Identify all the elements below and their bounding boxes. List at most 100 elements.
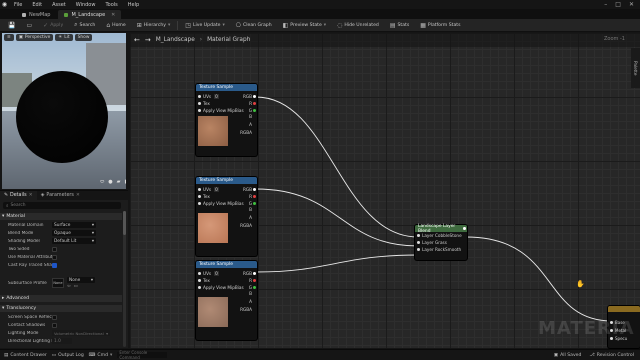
output-pin-icon[interactable] (253, 279, 256, 282)
pin-tex[interactable]: Tex R (196, 100, 257, 107)
all-saved-indicator[interactable]: ▣ All Saved (554, 353, 582, 358)
saved-icon: ▣ (553, 352, 559, 358)
output-label: RGBA (240, 223, 252, 228)
node-body: UVs 0 RGB Tex R Apply View MipBias G B A RGB… (196, 93, 257, 152)
input-pin-icon (198, 102, 201, 105)
pin-apply-view-mipbias[interactable]: Apply View MipBias G (196, 200, 257, 207)
graph-watermark: MATERIA (538, 318, 635, 339)
palette-tab[interactable]: Palette (631, 48, 640, 88)
output-pin-icon[interactable] (253, 95, 256, 98)
pin-label: Layer CobbleStone (422, 233, 462, 238)
pin-label: Tex (203, 101, 210, 106)
pin-label: Apply View MipBias (203, 285, 244, 290)
node-title: Texture Sample (196, 177, 257, 184)
breadcrumb-leaf[interactable]: Material Graph (207, 37, 250, 43)
input-pin-icon (198, 286, 201, 289)
uv-index[interactable]: 0 (214, 94, 219, 99)
pin-layer-rocksmooth[interactable]: Layer RockSmooth (415, 246, 467, 253)
pin-uvs[interactable]: UVs 0 RGB (196, 270, 257, 277)
output-label: RGBA (240, 130, 252, 135)
input-pin-icon (198, 279, 201, 282)
pin-tex[interactable]: Tex R (196, 193, 257, 200)
input-pin-icon (198, 202, 201, 205)
pin-label: UVs (203, 94, 212, 99)
texture-sample-node[interactable]: Texture Sample UVs 0 RGB Tex R Apply View M… (196, 84, 257, 156)
content-drawer-label: Content Drawer (10, 352, 47, 358)
pin-uvs[interactable]: UVs 0 RGB (196, 93, 257, 100)
node-preview-row: B A RGBA (196, 291, 257, 333)
status-bar: ▤ Content Drawer ▭ Output Log ⌨ Cmd ▾ Enter … (0, 349, 640, 360)
output-label: B (249, 114, 252, 119)
node-title: Landscape Layer Blend (415, 224, 467, 234)
pin-apply-view-mipbias[interactable]: Apply View MipBias G (196, 284, 257, 291)
output-label: A (249, 215, 252, 220)
output-pin-icon[interactable] (253, 195, 256, 198)
output-pin-icon[interactable] (253, 109, 256, 112)
pin-apply-view-mipbias[interactable]: Apply View MipBias G (196, 107, 257, 114)
node-preview-row: B A RGBA (196, 114, 257, 152)
pin-label: Layer Grass (422, 240, 447, 245)
extra-outputs: B A RGBA (240, 291, 257, 312)
status-right: ▣ All Saved ⎇ Revision Control (554, 353, 640, 358)
content-drawer-icon: ▤ (4, 352, 9, 358)
input-pin-icon (198, 195, 201, 198)
pin-layer-grass[interactable]: Layer Grass (415, 239, 467, 246)
pin-label: UVs (203, 187, 212, 192)
extra-outputs: B A RGBA (240, 207, 257, 228)
pin-tex[interactable]: Tex R (196, 277, 257, 284)
hand-cursor-icon: ✋ (576, 280, 585, 288)
output-log-button[interactable]: ▭ Output Log (52, 353, 84, 358)
output-label: RGB (242, 271, 252, 276)
input-pin-icon (198, 109, 201, 112)
texture-sample-node[interactable]: Texture Sample UVs 0 RGB Tex R Apply View M… (196, 261, 257, 340)
pin-label: UVs (203, 271, 212, 276)
wire-blend-to-basecolor (465, 236, 613, 322)
output-pin-icon[interactable] (253, 202, 256, 205)
zoom-level: Zoom -1 (604, 36, 625, 42)
output-label: A (249, 122, 252, 127)
pin-label: Layer RockSmooth (422, 247, 462, 252)
breadcrumb-root[interactable]: M_Landscape (156, 37, 195, 43)
cmd-selector[interactable]: ⌨ Cmd ▾ (89, 353, 113, 358)
revision-control-button[interactable]: ⎇ Revision Control (589, 353, 634, 358)
console-icon: ⌨ (88, 352, 96, 358)
output-label: R (249, 194, 252, 199)
console-command-input[interactable]: Enter Console Command (117, 350, 168, 360)
node-body: UVs 0 RGB Tex R Apply View MipBias G B A RGB… (196, 186, 257, 249)
pin-label: Apply View MipBias (203, 201, 244, 206)
wire-rgb-to-grass (255, 188, 419, 247)
pin-uvs[interactable]: UVs 0 RGB (196, 186, 257, 193)
texture-preview (198, 116, 228, 146)
output-log-label: Output Log (58, 352, 84, 358)
output-pin-icon[interactable] (253, 102, 256, 105)
output-pin-icon[interactable] (253, 272, 256, 275)
output-label: RGB (242, 187, 252, 192)
output-label: G (248, 285, 252, 290)
content-drawer-button[interactable]: ▤ Content Drawer (4, 353, 47, 358)
revision-control-label: Revision Control (596, 352, 634, 358)
output-pin-icon[interactable] (253, 286, 256, 289)
uv-index[interactable]: 0 (214, 271, 219, 276)
back-icon[interactable]: ← (134, 36, 140, 44)
graph-breadcrumb-bar: ← → M_Landscape › Material Graph (130, 33, 640, 47)
forward-icon[interactable]: → (145, 36, 151, 44)
output-pin-icon[interactable] (463, 227, 466, 230)
node-body: UVs 0 RGB Tex R Apply View MipBias G B A RGB… (196, 270, 257, 333)
output-label: A (249, 299, 252, 304)
landscape-layer-blend-node[interactable]: Landscape Layer Blend Layer CobbleStone … (415, 224, 467, 260)
input-pin-icon (198, 188, 201, 191)
output-label: RGBA (240, 307, 252, 312)
node-title: Texture Sample (196, 261, 257, 268)
input-pin-icon (198, 272, 201, 275)
extra-outputs: B A RGBA (240, 114, 257, 135)
output-label: B (249, 291, 252, 296)
output-pin-icon[interactable] (253, 188, 256, 191)
input-pin-icon (198, 95, 201, 98)
pin-label: Tex (203, 194, 210, 199)
output-label: RGB (242, 94, 252, 99)
pin-label: Tex (203, 278, 210, 283)
uv-index[interactable]: 0 (214, 187, 219, 192)
output-label: R (249, 278, 252, 283)
texture-sample-node[interactable]: Texture Sample UVs 0 RGB Tex R Apply View M… (196, 177, 257, 256)
pin-layer-cobblestone[interactable]: Layer CobbleStone (415, 232, 467, 239)
